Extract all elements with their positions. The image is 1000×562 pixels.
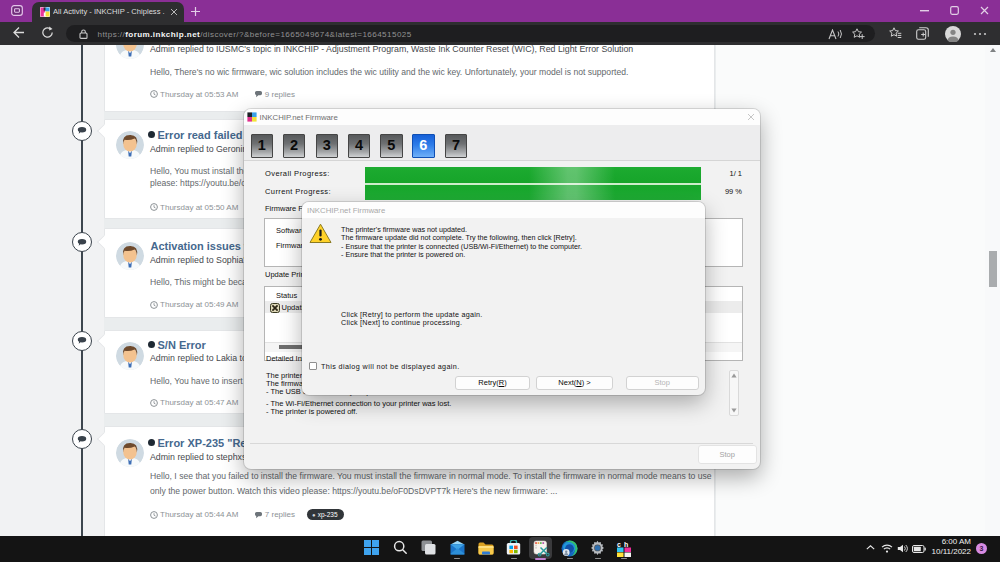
svg-text:c: c <box>617 541 621 548</box>
svg-text:h: h <box>624 541 628 548</box>
